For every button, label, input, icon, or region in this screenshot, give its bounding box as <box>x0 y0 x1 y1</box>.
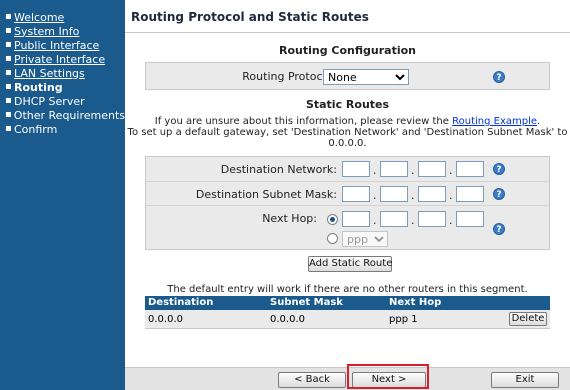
ip-dot: . <box>411 164 415 177</box>
table-row: 0.0.0.0 0.0.0.0 ppp 1 Delete <box>145 310 550 329</box>
ip-dot: . <box>373 214 377 227</box>
sidebar-item-label: Other Requirements <box>13 108 125 122</box>
next-hop-octet-2[interactable] <box>380 211 408 227</box>
routing-example-link[interactable]: Routing Example <box>452 116 537 127</box>
page-title: Routing Protocol and Static Routes <box>131 10 369 24</box>
sidebar-item-label: LAN Settings <box>14 66 85 80</box>
sidebar-item-lan-settings[interactable]: ▪ LAN Settings <box>0 66 125 80</box>
dest-network-octet-3[interactable] <box>418 161 446 177</box>
dest-mask-octet-3[interactable] <box>418 186 446 202</box>
info-line-1: If you are unsure about this information… <box>125 116 570 127</box>
ip-dot: . <box>449 164 453 177</box>
help-icon[interactable]: ? <box>493 223 505 235</box>
ip-dot: . <box>411 189 415 202</box>
sidebar-item-public-interface[interactable]: ▪ Public Interface <box>0 38 125 52</box>
ip-dot: . <box>373 189 377 202</box>
sidebar-item-routing: ▪ Routing <box>0 80 125 94</box>
static-routes-panel: Destination Network: . . . ? Destination… <box>145 156 550 250</box>
column-header-next-hop: Next Hop <box>389 297 442 308</box>
sidebar-item-label: Public Interface <box>14 38 100 52</box>
dest-mask-octet-4[interactable] <box>456 186 484 202</box>
title-divider <box>125 32 570 33</box>
next-hop-octet-4[interactable] <box>456 211 484 227</box>
next-hop-label: Next Hop: <box>262 212 317 225</box>
ip-dot: . <box>449 189 453 202</box>
exit-button[interactable]: Exit <box>491 372 559 388</box>
sidebar-item-system-info[interactable]: ▪ System Info <box>0 24 125 38</box>
static-routes-info: If you are unsure about this information… <box>125 116 570 149</box>
sidebar-item-label: DHCP Server <box>14 94 85 108</box>
bullet-icon: ▪ <box>5 95 12 106</box>
bullet-icon: ▪ <box>5 39 12 50</box>
sidebar-nav: ▪ Welcome ▪ System Info ▪ Public Interface … <box>0 0 125 390</box>
bullet-icon: ▪ <box>5 25 12 36</box>
sidebar-item-label: Routing <box>14 80 63 94</box>
default-entry-note: The default entry will work if there are… <box>167 284 528 295</box>
cell-next-hop: ppp 1 <box>389 314 418 325</box>
column-header-destination: Destination <box>148 297 214 308</box>
cell-destination: 0.0.0.0 <box>148 314 183 325</box>
sidebar-item-label: Confirm <box>14 122 58 136</box>
dest-network-octet-2[interactable] <box>380 161 408 177</box>
next-hop-octet-1[interactable] <box>342 211 370 227</box>
main-content: Routing Protocol and Static Routes Routi… <box>125 0 570 390</box>
sidebar-item-label: System Info <box>14 24 80 38</box>
routing-protocol-select[interactable]: None <box>323 69 409 85</box>
routing-config-title: Routing Configuration <box>278 44 416 57</box>
cell-subnet-mask: 0.0.0.0 <box>270 314 305 325</box>
info-line-2: To set up a default gateway, set 'Destin… <box>127 127 568 138</box>
ip-dot: . <box>449 214 453 227</box>
dest-network-octet-4[interactable] <box>456 161 484 177</box>
sidebar-item-welcome[interactable]: ▪ Welcome <box>0 10 125 24</box>
info-suffix: . <box>537 116 541 127</box>
dest-mask-octet-1[interactable] <box>342 186 370 202</box>
dest-network-row: Destination Network: . . . ? <box>146 157 549 181</box>
routing-protocol-label: Routing Protocol: <box>242 70 336 83</box>
sidebar-item-private-interface[interactable]: ▪ Private Interface <box>0 52 125 66</box>
dest-mask-octet-2[interactable] <box>380 186 408 202</box>
dest-mask-row: Destination Subnet Mask: . . . ? <box>146 181 549 205</box>
bullet-icon: ▪ <box>5 123 12 134</box>
ip-dot: . <box>373 164 377 177</box>
routing-config-panel: Routing Protocol: None ? <box>145 62 550 90</box>
help-icon[interactable]: ? <box>493 188 505 200</box>
dest-network-label: Destination Network: <box>220 163 337 176</box>
dest-mask-label: Destination Subnet Mask: <box>195 188 337 201</box>
next-hop-interface-radio[interactable] <box>327 233 338 244</box>
bullet-icon: ▪ <box>5 67 12 78</box>
sidebar-item-label: Welcome <box>14 10 65 24</box>
bullet-icon: ▪ <box>5 81 12 92</box>
info-prefix: If you are unsure about this information… <box>154 116 453 127</box>
sidebar-item-confirm: ▪ Confirm <box>0 122 125 136</box>
help-icon[interactable]: ? <box>493 163 505 175</box>
routes-table-header: Destination Subnet Mask Next Hop <box>145 296 550 310</box>
bullet-icon: ▪ <box>5 53 12 64</box>
next-hop-row: Next Hop: . . . ? ppp 1 <box>146 205 549 250</box>
bullet-icon: ▪ <box>5 109 12 120</box>
next-hop-ip-radio[interactable] <box>327 214 338 225</box>
static-routes-title: Static Routes <box>305 98 390 111</box>
help-icon[interactable]: ? <box>493 71 505 83</box>
sidebar-item-dhcp-server: ▪ DHCP Server <box>0 94 125 108</box>
info-line-3: 0.0.0.0. <box>328 138 367 149</box>
sidebar-item-other-requirements: ▪ Other Requirements <box>0 108 125 122</box>
next-hop-interface-select[interactable]: ppp 1 <box>342 231 388 247</box>
column-header-subnet-mask: Subnet Mask <box>270 297 343 308</box>
next-hop-octet-3[interactable] <box>418 211 446 227</box>
bullet-icon: ▪ <box>5 11 12 22</box>
back-button[interactable]: < Back <box>278 372 346 388</box>
add-static-route-button[interactable]: Add Static Route <box>308 256 392 272</box>
delete-route-button[interactable]: Delete <box>509 312 547 326</box>
dest-network-octet-1[interactable] <box>342 161 370 177</box>
ip-dot: . <box>411 214 415 227</box>
next-button-highlight <box>347 364 429 389</box>
sidebar-item-label: Private Interface <box>14 52 106 66</box>
